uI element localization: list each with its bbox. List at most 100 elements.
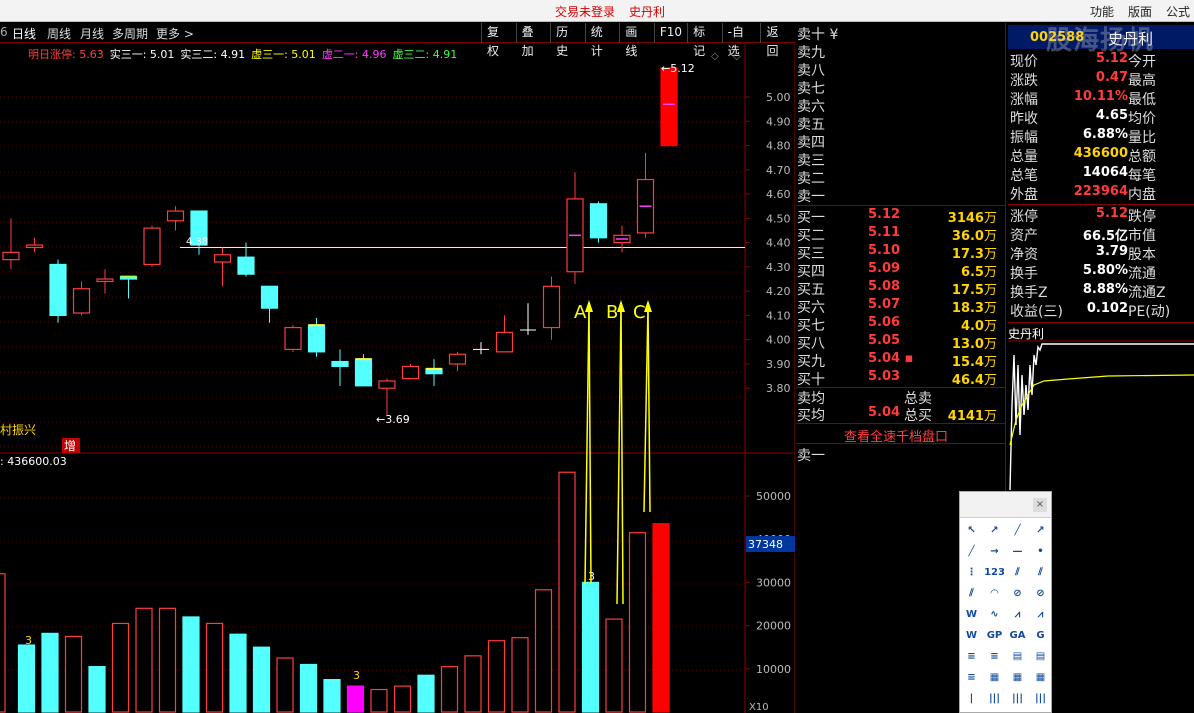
drawing-tool-icon[interactable]: ||| [1006,688,1029,709]
annotation-letter: C [633,302,646,323]
buy-level-volume: 4.0万 [960,319,997,334]
back-button[interactable]: 返回 [760,23,795,58]
sell-level-row[interactable]: 卖九 [796,42,1003,61]
buy-level-row[interactable]: 买四 5.09 6.5万 [796,261,1003,280]
quote-value: 3.79 [1095,244,1128,259]
title-center: 交易未登录 史丹利 [555,3,679,20]
quote-value: 0.47 [1095,70,1128,85]
volume-bar [487,640,506,713]
drawing-tool-icon[interactable]: ▤ [1006,646,1029,667]
drawing-tool-icon[interactable]: 123 [983,562,1006,583]
drawing-tool-icon[interactable]: GP [983,625,1006,646]
close-icon[interactable]: × [1033,498,1047,512]
menu-layout[interactable]: 版面 [1128,5,1152,19]
drawing-tool-icon[interactable]: • [1029,541,1052,562]
volume-tick-label: 50000 [756,490,791,503]
buy-level-row[interactable]: 买二 5.11 36.0万 [796,225,1003,244]
menu-formula[interactable]: 公式 [1166,5,1190,19]
drawing-tool-icon[interactable]: — [1006,541,1029,562]
quote-label: 净资 [1010,247,1038,263]
drawing-tool-icon[interactable]: ⩘ [1006,604,1029,625]
drawing-tool-icon[interactable]: G [1029,625,1052,646]
drawing-tool-icon[interactable]: GA [1006,625,1029,646]
drawing-tool-icon[interactable]: ⫽ [1006,562,1029,583]
drawing-tool-icon[interactable]: ⋮ [960,562,983,583]
sell-level-row[interactable]: 卖八 [796,60,1003,79]
drawing-tool-icon[interactable]: ⩘ [1029,604,1052,625]
quote-row: 资产 66.5亿 市值 [1008,225,1194,244]
sell-level-row[interactable]: 卖三 [796,150,1003,169]
drawing-tool-icon[interactable]: ||| [1029,688,1052,709]
drawing-tool-icon[interactable]: ≡ [983,646,1006,667]
drawing-tool-icon[interactable]: ▦ [1006,667,1029,688]
buy-level-row[interactable]: 买七 5.06 4.0万 [796,315,1003,334]
buy-level-row[interactable]: 买九 5.04 ▪ 15.4万 [796,351,1003,370]
drawing-tool-icon[interactable]: ↖ [960,520,983,541]
overlay-button[interactable]: 叠加 [515,23,551,58]
price-tick-label: 5.00 [766,91,791,104]
drawing-tool-icon[interactable]: ⫽ [1029,562,1052,583]
drawing-tool-icon[interactable]: | [960,688,983,709]
drawing-tool-icon[interactable]: ╱ [1006,520,1029,541]
buy-level-row[interactable]: 买八 5.05 13.0万 [796,333,1003,352]
drawing-tool-icon[interactable]: ∿ [983,604,1006,625]
tab-more[interactable]: 更多 > [156,25,194,42]
buy-level-row[interactable]: 买一 5.12 3146万 [796,207,1003,226]
drawing-tool-icon[interactable]: ⫽ [960,583,983,604]
drawing-tools-palette[interactable]: × ↖ ↗ ╱ ↗ ╱ → — • ⋮ 123 ⫽ ⫽ ⫽ ◠ ⊘ ⊘ W ∿ ⩘ ⩘ W GP GA G ≡ ≡ ▤ ▤ ≡ ▦ ▦ ▦ | |… [959,491,1052,713]
kline-chart[interactable]: 5.00 4.90 4.80 4.70 4.60 4.50 4.40 4.30 4.20 4.10… [0,44,795,713]
sell-level-row[interactable]: 卖五 [796,114,1003,133]
divider [1008,204,1194,205]
f10-button[interactable]: F10 [653,23,687,43]
stock-name-title: 史丹利 [629,5,666,19]
drawing-tool-icon[interactable]: ╱ [960,541,983,562]
sell-level-row[interactable]: 卖六 [796,96,1003,115]
price-tick-label: 4.60 [766,188,791,201]
draw-line-button[interactable]: 画线 [619,23,654,58]
drawing-tool-icon[interactable]: ▤ [1029,646,1052,667]
menu-function[interactable]: 功能 [1090,5,1114,19]
sell-level-row[interactable]: 卖四 [796,132,1003,151]
buy-level-price: 5.05 [868,333,901,348]
tab-daily[interactable]: 日线 [12,25,36,42]
sell-level-row[interactable]: 卖七 [796,78,1003,97]
volume-bar [464,655,482,713]
buy-level-row[interactable]: 买五 5.08 17.5万 [796,279,1003,298]
drawing-tool-icon[interactable]: ◠ [983,583,1006,604]
buy-level-row[interactable]: 买三 5.10 17.3万 [796,243,1003,262]
drawing-tool-icon[interactable]: ||| [983,688,1006,709]
buy-level-row[interactable]: 买六 5.07 18.3万 [796,297,1003,316]
sell-level-row[interactable]: 卖一 [796,186,1003,205]
buy-level-row[interactable]: 买十 5.03 46.4万 [796,369,1003,388]
drawing-tool-icon[interactable]: ≡ [960,646,983,667]
tab-monthly[interactable]: 月线 [80,25,104,42]
ref-price-label: 4.38 [186,236,208,247]
mark-button[interactable]: 标记 [687,23,722,58]
drawing-tool-icon[interactable]: ↗ [1029,520,1052,541]
tab-multi-period[interactable]: 多周期 [112,25,148,42]
quote-row: 换手 5.80% 流通 [1008,263,1194,282]
drawing-tool-icon[interactable]: ⊘ [1029,583,1052,604]
drawing-tool-icon[interactable]: ≡ [960,667,983,688]
tab-weekly[interactable]: 周线 [47,25,71,42]
history-button[interactable]: 历史 [550,23,585,58]
volume-unit: 万 [983,229,997,244]
drawing-tool-icon[interactable]: ↗ [983,520,1006,541]
volume-bar [135,607,153,713]
drawing-tool-icon[interactable]: W [960,604,983,625]
indicator-item: 虚三二: 4.91 [392,48,458,61]
sell-level-row[interactable]: 卖二 [796,168,1003,187]
drawing-tool-icon[interactable]: ⊘ [1006,583,1029,604]
statistics-button[interactable]: 统计 [584,23,620,58]
drawing-tool-icon[interactable]: ▦ [1029,667,1052,688]
buy-level-label: 买三 [797,246,825,262]
remove-watchlist-button[interactable]: -自选 [721,23,761,58]
sell-level-row[interactable]: 卖十 ¥ [796,24,1003,43]
drawing-tool-icon[interactable]: W [960,625,983,646]
candle-body [401,365,420,380]
sell-level-label: 卖八 [797,63,825,79]
drawing-tool-icon[interactable]: → [983,541,1006,562]
drawing-tool-icon[interactable]: ▦ [983,667,1006,688]
restore-rights-button[interactable]: 复权 [481,23,516,58]
quote-label: 市值 [1128,228,1156,244]
